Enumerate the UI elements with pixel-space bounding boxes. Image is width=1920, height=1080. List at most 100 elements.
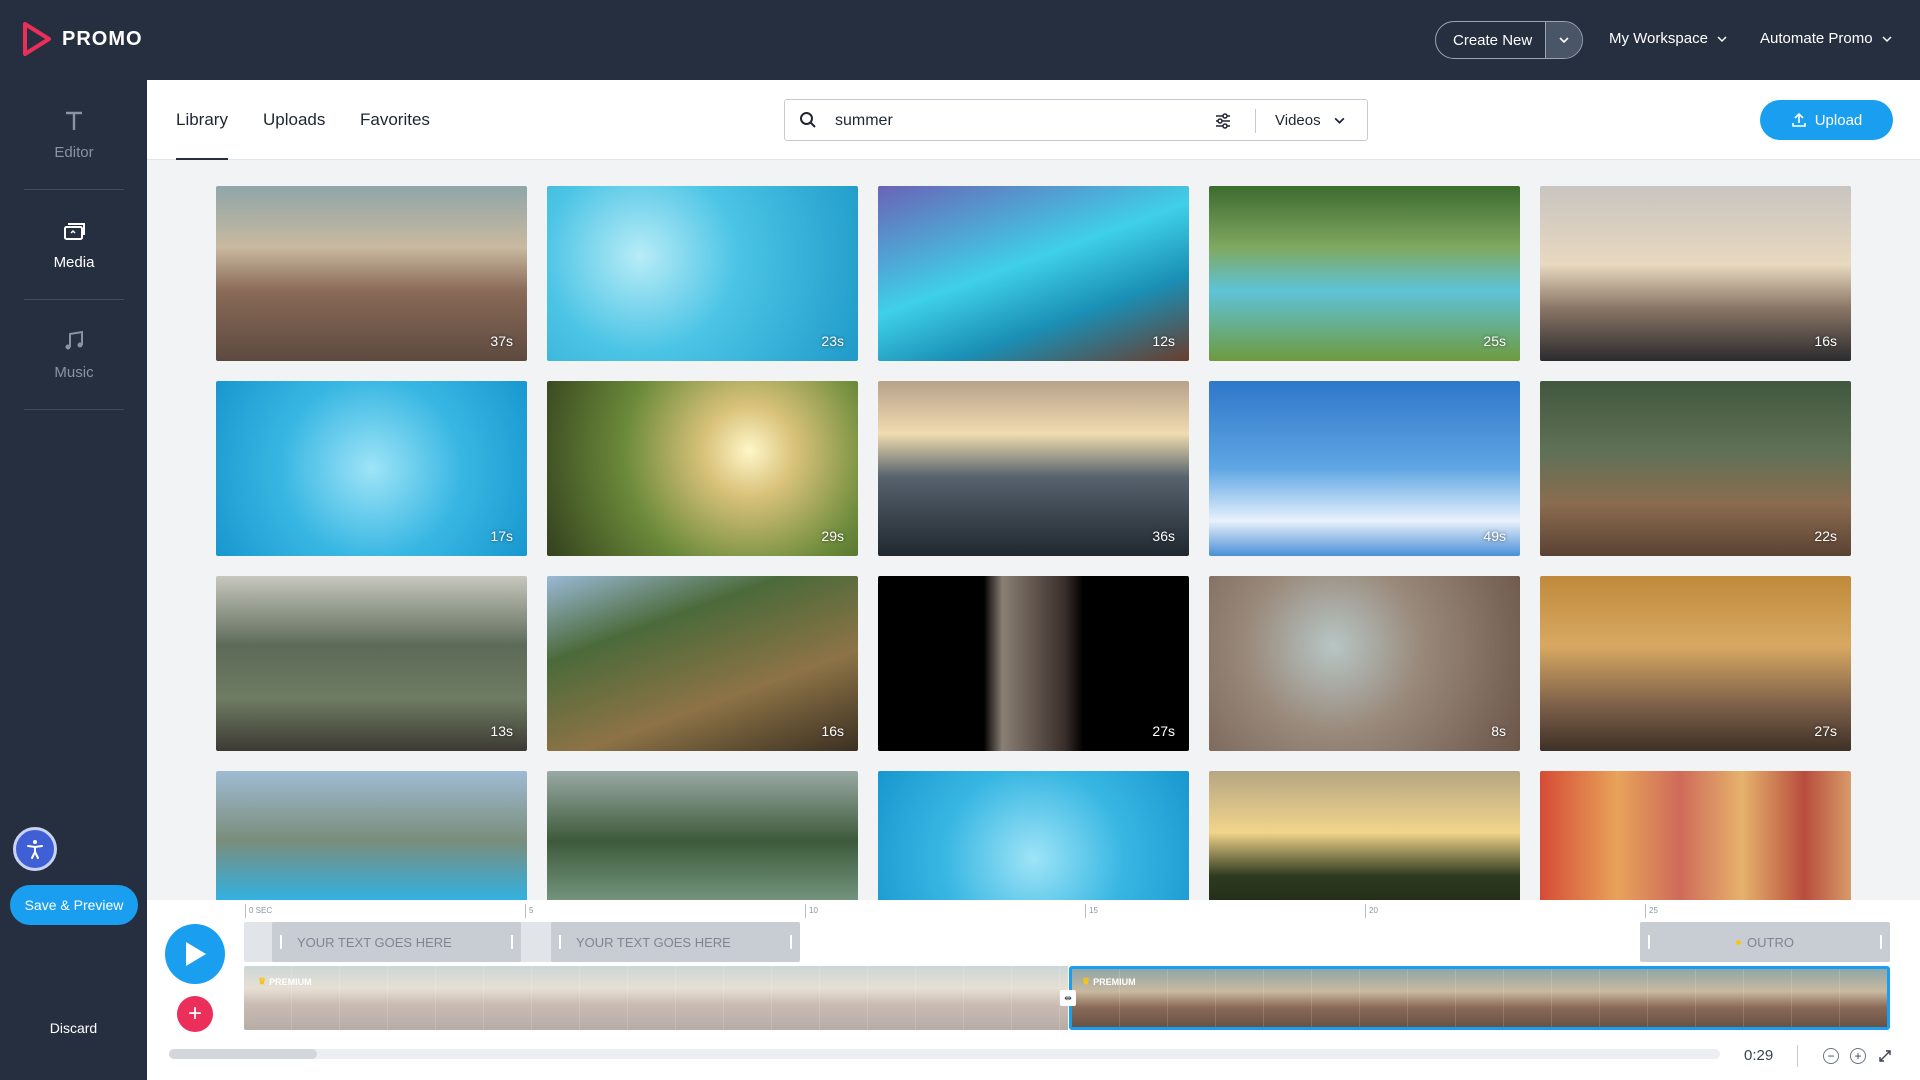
- media-duration: 16s: [1814, 333, 1837, 349]
- filmstrip-frame: [1408, 969, 1456, 1027]
- media-thumbnail[interactable]: [547, 771, 858, 900]
- accessibility-button[interactable]: [13, 827, 57, 871]
- minus-icon: −: [1827, 1049, 1835, 1063]
- clip-handle-left[interactable]: [280, 935, 282, 949]
- media-duration: 22s: [1814, 528, 1837, 544]
- ruler-tick: 10: [805, 904, 818, 918]
- clip-handle-right[interactable]: [790, 935, 792, 949]
- filmstrip-frame: [1264, 969, 1312, 1027]
- filmstrip-frame: [1312, 969, 1360, 1027]
- media-type-select[interactable]: Videos: [1275, 112, 1346, 129]
- filmstrip-frame: [1168, 969, 1216, 1027]
- video-track: ♛ PREMIUM ♛ PREMIUM ⇹: [244, 966, 1890, 1030]
- filmstrip-frame: [964, 966, 1012, 1030]
- clip-handle-right[interactable]: [1880, 935, 1882, 949]
- media-thumbnail[interactable]: 22s: [1540, 381, 1851, 556]
- filmstrip-frame: [1504, 969, 1552, 1027]
- text-t-icon: [66, 111, 82, 130]
- tab-library[interactable]: Library: [176, 110, 228, 160]
- media-thumbnail[interactable]: 16s: [547, 576, 858, 751]
- media-duration: 29s: [821, 528, 844, 544]
- media-duration: 49s: [1483, 528, 1506, 544]
- filmstrip-frame: [1012, 966, 1060, 1030]
- timeline-scroll-thumb[interactable]: [169, 1049, 317, 1059]
- chevron-down-icon: [1559, 37, 1569, 44]
- clip-handle-left[interactable]: [559, 935, 561, 949]
- timeline-scrollbar[interactable]: [169, 1049, 1720, 1059]
- filmstrip-frame: [1744, 969, 1792, 1027]
- discard-link[interactable]: Discard: [0, 1020, 147, 1036]
- clip-handle-left[interactable]: [1648, 935, 1650, 949]
- media-thumbnail[interactable]: [216, 771, 527, 900]
- outro-track: OUTRO: [1640, 922, 1890, 962]
- filmstrip-frame: [1696, 969, 1744, 1027]
- create-new-dropdown-toggle[interactable]: [1544, 22, 1582, 58]
- upload-icon: [1791, 112, 1806, 127]
- ruler-tick: 20: [1365, 904, 1378, 918]
- crown-icon: ♛: [258, 976, 267, 986]
- media-duration: 8s: [1491, 723, 1506, 739]
- media-duration: 23s: [821, 333, 844, 349]
- promo-logo-icon: [23, 22, 51, 56]
- sidebar-item-editor[interactable]: Editor: [24, 80, 124, 190]
- outro-dot-icon: [1736, 939, 1742, 945]
- transition-handle[interactable]: ⇹: [1060, 990, 1076, 1006]
- outro-clip[interactable]: OUTRO: [1640, 922, 1890, 962]
- media-thumbnail[interactable]: 13s: [216, 576, 527, 751]
- text-track: YOUR TEXT GOES HERE YOUR TEXT GOES HERE: [244, 922, 800, 962]
- zoom-out-button[interactable]: −: [1823, 1048, 1839, 1064]
- fullscreen-toggle[interactable]: [1877, 1048, 1893, 1064]
- automate-promo-menu[interactable]: Automate Promo: [1760, 30, 1893, 47]
- filmstrip-frame: [1360, 969, 1408, 1027]
- ruler-tick: 0 SEC: [245, 904, 272, 918]
- media-thumbnail[interactable]: 29s: [547, 381, 858, 556]
- media-duration: 37s: [490, 333, 513, 349]
- media-thumbnail[interactable]: 17s: [216, 381, 527, 556]
- sidebar-item-music[interactable]: Music: [24, 300, 124, 410]
- premium-badge: ♛ PREMIUM: [258, 976, 312, 987]
- plus-icon: +: [187, 1000, 202, 1027]
- save-preview-button[interactable]: Save & Preview: [10, 885, 138, 925]
- filmstrip-frame: [1456, 969, 1504, 1027]
- workspace-menu-label: My Workspace: [1609, 30, 1708, 47]
- filmstrip-frame: [1600, 969, 1648, 1027]
- filmstrip-frame: [580, 966, 628, 1030]
- play-button[interactable]: [165, 924, 225, 984]
- outro-label: OUTRO: [1747, 934, 1794, 950]
- media-thumbnail[interactable]: [878, 771, 1189, 900]
- tab-favorites[interactable]: Favorites: [360, 110, 430, 160]
- premium-badge: ♛ PREMIUM: [1082, 976, 1136, 987]
- search-bar[interactable]: summer Videos: [784, 99, 1368, 141]
- create-new-button[interactable]: Create New: [1435, 21, 1583, 59]
- add-clip-button[interactable]: +: [177, 996, 213, 1032]
- filmstrip-frame: [916, 966, 964, 1030]
- upload-button[interactable]: Upload: [1760, 100, 1893, 140]
- media-thumbnail[interactable]: 25s: [1209, 186, 1520, 361]
- sidebar-item-label: Editor: [54, 144, 94, 161]
- media-thumbnail[interactable]: 16s: [1540, 186, 1851, 361]
- ruler-tick: 15: [1085, 904, 1098, 918]
- media-thumbnail[interactable]: 12s: [878, 186, 1189, 361]
- media-thumbnail[interactable]: [1540, 771, 1851, 900]
- video-clip-selected[interactable]: [1069, 966, 1890, 1030]
- sidebar-item-media[interactable]: Media: [24, 190, 124, 300]
- media-thumbnail[interactable]: 37s: [216, 186, 527, 361]
- filter-sliders-icon[interactable]: [1213, 111, 1233, 131]
- media-thumbnail[interactable]: 36s: [878, 381, 1189, 556]
- clip-handle-right[interactable]: [511, 935, 513, 949]
- video-clip-unselected[interactable]: [244, 966, 1068, 1030]
- search-input[interactable]: summer: [835, 112, 893, 130]
- media-thumbnail[interactable]: 23s: [547, 186, 858, 361]
- zoom-in-button[interactable]: +: [1850, 1048, 1866, 1064]
- text-clip[interactable]: YOUR TEXT GOES HERE: [551, 922, 800, 962]
- workspace-menu[interactable]: My Workspace: [1609, 30, 1728, 47]
- media-thumbnail[interactable]: 27s: [878, 576, 1189, 751]
- text-clip[interactable]: YOUR TEXT GOES HERE: [272, 922, 521, 962]
- media-thumbnail[interactable]: 27s: [1540, 576, 1851, 751]
- tab-uploads[interactable]: Uploads: [263, 110, 325, 160]
- media-thumbnail[interactable]: [1209, 771, 1520, 900]
- media-thumbnail[interactable]: 8s: [1209, 576, 1520, 751]
- logo[interactable]: PROMO: [22, 22, 143, 56]
- media-thumbnail[interactable]: 49s: [1209, 381, 1520, 556]
- music-note-icon: [65, 330, 83, 350]
